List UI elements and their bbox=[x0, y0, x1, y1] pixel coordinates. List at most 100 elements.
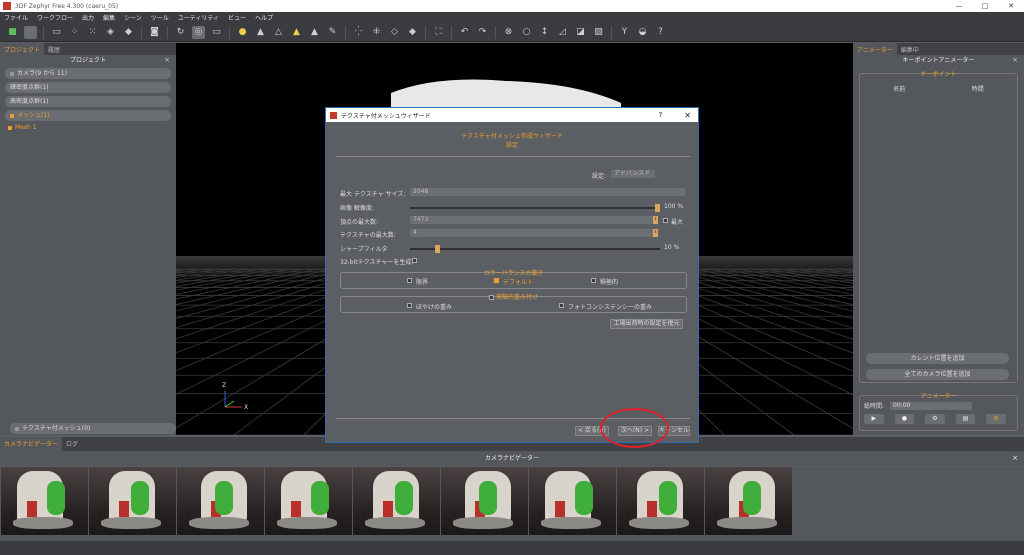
max-textures-input[interactable]: 4 bbox=[410, 229, 653, 237]
tree-item-sparse-cloud[interactable]: 疎密度点群(1) bbox=[5, 82, 171, 93]
menu-edit[interactable]: 編集 bbox=[103, 13, 115, 22]
tree-item-cameras[interactable]: カメラ(9 から 11) bbox=[5, 68, 171, 79]
menu-workflow[interactable]: ワークフロー bbox=[37, 13, 73, 22]
measure-tool-icon[interactable]: ◪ bbox=[574, 26, 587, 39]
tab-history[interactable]: 履歴 bbox=[44, 43, 64, 55]
cut-tool-icon[interactable]: ◿ bbox=[556, 26, 569, 39]
mesh-icon[interactable]: ◈ bbox=[104, 26, 117, 39]
plane-tool-icon[interactable]: ▨ bbox=[592, 26, 605, 39]
tab-animator[interactable]: アニメーター bbox=[853, 43, 897, 55]
image-resolution-slider[interactable] bbox=[410, 204, 660, 212]
rotate-icon[interactable]: ↻ bbox=[174, 26, 187, 39]
32bit-texture-checkbox[interactable] bbox=[412, 258, 417, 263]
max-vertices-checkbox[interactable] bbox=[663, 218, 668, 223]
axis-tool-icon[interactable]: ↕ bbox=[538, 26, 551, 39]
camera-thumbnail[interactable] bbox=[89, 467, 176, 535]
menu-help[interactable]: ヘルプ bbox=[255, 13, 273, 22]
radio-aggressive[interactable] bbox=[591, 278, 596, 283]
camera-thumbnail[interactable] bbox=[265, 467, 352, 535]
undo-icon[interactable]: ↶ bbox=[458, 26, 471, 39]
menu-utilities[interactable]: ユーティリティ bbox=[178, 13, 219, 22]
sharpen-filter-slider[interactable] bbox=[410, 245, 660, 253]
cube-solid-icon[interactable]: ◆ bbox=[406, 26, 419, 39]
point-cloud-icon[interactable]: ⁘ bbox=[68, 26, 81, 39]
tree-subitem-mesh-1[interactable]: Mesh 1 bbox=[8, 124, 168, 131]
mask-icon[interactable]: ◒ bbox=[636, 26, 649, 39]
max-texture-size-input[interactable]: 2048 bbox=[410, 188, 685, 196]
texture-icon[interactable]: ◆ bbox=[122, 26, 135, 39]
menu-export[interactable]: 出力 bbox=[82, 13, 94, 22]
camera-icon[interactable]: ◙ bbox=[148, 26, 161, 39]
camera-thumbnail[interactable] bbox=[353, 467, 440, 535]
new-project-icon[interactable]: ■ bbox=[6, 26, 19, 39]
settings-icon[interactable]: ⚙ bbox=[925, 414, 945, 424]
light-bulb-icon[interactable]: ● bbox=[236, 26, 249, 39]
menu-scene[interactable]: シーン bbox=[124, 13, 142, 22]
sparse-icon[interactable]: ⁙ bbox=[86, 26, 99, 39]
camera-thumbnail[interactable] bbox=[441, 467, 528, 535]
navigation-icon[interactable]: ▭ bbox=[210, 26, 223, 39]
close-window-button[interactable]: ✕ bbox=[998, 2, 1024, 10]
save-icon[interactable]: ▤ bbox=[955, 414, 976, 424]
triangle-icon[interactable]: ▲ bbox=[254, 26, 267, 39]
select-area-icon[interactable]: ⁜ bbox=[370, 26, 383, 39]
triangle-shaded-icon[interactable]: ▲ bbox=[290, 26, 303, 39]
camera-thumbnail[interactable] bbox=[529, 467, 616, 535]
open-project-icon[interactable] bbox=[24, 25, 37, 39]
menu-tools[interactable]: ツール bbox=[151, 13, 169, 22]
settings-select[interactable]: アドバンスド bbox=[611, 170, 655, 178]
help-button[interactable]: ? bbox=[659, 111, 663, 119]
tree-item-dense-cloud[interactable]: 高密度点群(1) bbox=[5, 96, 171, 107]
maximize-button[interactable]: □ bbox=[972, 2, 998, 10]
blur-weight-checkbox[interactable] bbox=[407, 303, 412, 308]
fit-view-icon[interactable]: ⛶ bbox=[432, 26, 445, 39]
camera-thumbnail[interactable] bbox=[617, 467, 704, 535]
add-all-cameras-button[interactable]: 全てのカメラ位置を追加 bbox=[866, 369, 1009, 380]
tree-item-mesh[interactable]: メッシュ(1) bbox=[5, 110, 171, 121]
max-vertices-input[interactable]: 7473 bbox=[410, 216, 653, 224]
slider-handle[interactable] bbox=[655, 204, 660, 212]
gear-active-icon[interactable]: ⚙ bbox=[986, 414, 1006, 424]
brush-icon[interactable]: ✎ bbox=[326, 26, 339, 39]
radio-default[interactable] bbox=[494, 278, 499, 283]
spinner-arrows-icon[interactable]: ⇕ bbox=[653, 216, 658, 224]
circle-tool-icon[interactable]: ○ bbox=[520, 26, 533, 39]
play-icon[interactable]: ▶ bbox=[864, 414, 884, 424]
help-icon[interactable]: ? bbox=[654, 26, 667, 39]
orbit-icon[interactable]: ◎ bbox=[192, 25, 205, 39]
triangle-color-icon[interactable]: ▲ bbox=[308, 26, 321, 39]
add-current-position-button[interactable]: カレント位置を追加 bbox=[866, 353, 1009, 364]
tab-log[interactable]: ログ bbox=[62, 437, 82, 451]
close-icon[interactable]: × bbox=[1012, 56, 1018, 64]
camera-thumbnail[interactable] bbox=[1, 467, 88, 535]
redo-icon[interactable]: ↷ bbox=[476, 26, 489, 39]
tree-item-textured-mesh[interactable]: テクスチャ付メッシュ(0) bbox=[10, 423, 176, 434]
restore-defaults-button[interactable]: 工場出荷時の設定を復元 bbox=[610, 319, 683, 329]
menu-view[interactable]: ビュー bbox=[228, 13, 246, 22]
tab-project[interactable]: プロジェクト bbox=[0, 43, 45, 55]
minimize-button[interactable]: — bbox=[946, 2, 972, 10]
record-icon[interactable]: ● bbox=[894, 414, 915, 424]
close-icon[interactable]: × bbox=[164, 56, 170, 64]
camera-thumbnail[interactable] bbox=[705, 467, 792, 535]
triangle-wire-icon[interactable]: △ bbox=[272, 26, 285, 39]
window-layout-icon[interactable]: ▭ bbox=[50, 26, 63, 39]
app-window: 3DF Zephyr Free 4.300 (caeru_05) — □ ✕ フ… bbox=[0, 0, 1024, 555]
experimental-weighting-checkbox[interactable] bbox=[488, 295, 494, 300]
close-icon[interactable]: × bbox=[1012, 451, 1018, 466]
menu-file[interactable]: ファイル bbox=[4, 13, 28, 22]
filter-icon[interactable]: Y bbox=[618, 26, 631, 39]
gizmo-icon[interactable]: ⊗ bbox=[502, 26, 515, 39]
select-points-icon[interactable]: ⁛ bbox=[352, 26, 365, 39]
slider-handle[interactable] bbox=[434, 245, 440, 253]
cube-wire-icon[interactable]: ◇ bbox=[388, 26, 401, 39]
total-time-input[interactable]: 00:00 bbox=[890, 401, 973, 410]
toolbar: ■ ▭ ⁘ ⁙ ◈ ◆ ◙ ↻ ◎ ▭ ● ▲ △ ▲ ▲ ✎ ⁛ ⁜ ◇ ◆ … bbox=[0, 23, 1024, 42]
photo-consistency-checkbox[interactable] bbox=[559, 303, 564, 308]
radio-limit[interactable] bbox=[407, 278, 412, 283]
tab-editing[interactable]: 編集中 bbox=[897, 43, 923, 55]
camera-thumbnail[interactable] bbox=[177, 467, 264, 535]
spinner-arrows-icon[interactable]: ⇕ bbox=[653, 229, 658, 237]
dialog-close-button[interactable]: ✕ bbox=[684, 111, 691, 120]
tab-camera-navigator[interactable]: カメラナビゲーター bbox=[0, 437, 63, 451]
